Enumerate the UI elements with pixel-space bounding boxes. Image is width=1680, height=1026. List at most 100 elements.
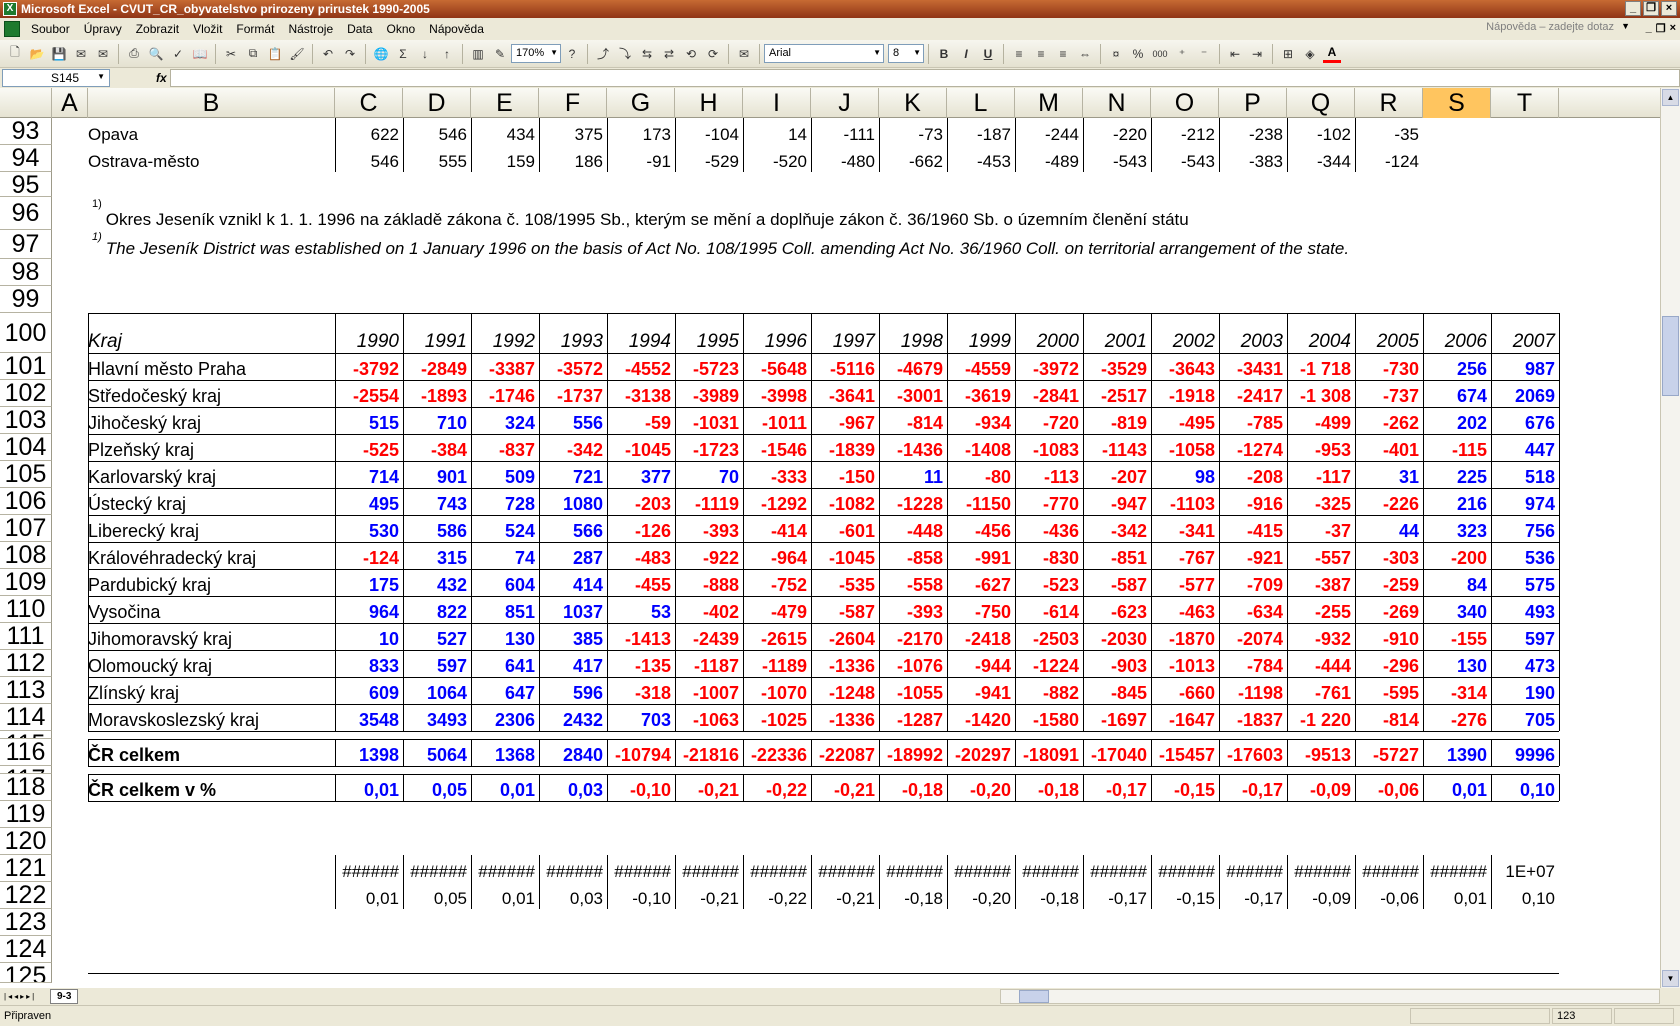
total-value[interactable]: -18992 (879, 739, 947, 766)
region-value[interactable]: -845 (1083, 677, 1151, 704)
region-value[interactable]: -255 (1287, 596, 1355, 623)
total-name[interactable]: ČR celkem (88, 739, 335, 766)
table-header-year[interactable]: 1994 (607, 313, 675, 353)
district-value[interactable]: -529 (675, 145, 743, 172)
font-size-select[interactable]: 8 ▼ (888, 44, 924, 63)
region-value[interactable]: -1413 (607, 623, 675, 650)
sheet-tab[interactable]: 9-3 (50, 989, 79, 1004)
font-color-icon[interactable]: A (1323, 45, 1341, 63)
table-header-year[interactable]: 1999 (947, 313, 1015, 353)
workbook-icon[interactable] (4, 21, 20, 37)
region-value[interactable]: 1080 (539, 488, 607, 515)
select-all-corner[interactable] (0, 88, 52, 118)
column-header-G[interactable]: G (607, 88, 675, 118)
district-value[interactable]: -489 (1015, 145, 1083, 172)
total-value[interactable]: -20297 (947, 739, 1015, 766)
region-value[interactable]: 641 (471, 650, 539, 677)
region-value[interactable]: -770 (1015, 488, 1083, 515)
menu-item-2[interactable]: Zobrazit (129, 22, 186, 36)
region-value[interactable]: -767 (1151, 542, 1219, 569)
total-value[interactable]: -18091 (1015, 739, 1083, 766)
region-value[interactable]: -4679 (879, 353, 947, 380)
column-header-T[interactable]: T (1491, 88, 1559, 118)
region-value[interactable]: -3431 (1219, 353, 1287, 380)
region-value[interactable]: -463 (1151, 596, 1219, 623)
region-value[interactable]: -1737 (539, 380, 607, 407)
row-header-117[interactable]: 117 (0, 766, 52, 774)
region-name[interactable]: Moravskoslezský kraj (88, 704, 335, 731)
align-center-icon[interactable]: ≡ (1032, 45, 1050, 63)
row-header-101[interactable]: 101 (0, 353, 52, 380)
region-value[interactable]: -785 (1219, 407, 1287, 434)
helper-hash-value[interactable]: ###### (879, 855, 947, 882)
format-painter-icon[interactable]: 🖌 (288, 45, 306, 63)
region-name[interactable]: Ústecký kraj (88, 488, 335, 515)
column-header-M[interactable]: M (1015, 88, 1083, 118)
region-value[interactable]: -415 (1219, 515, 1287, 542)
cut-icon[interactable]: ✂ (222, 45, 240, 63)
helper-hash-value[interactable]: ###### (743, 855, 811, 882)
helper-hash-value[interactable]: ###### (811, 855, 879, 882)
region-value[interactable]: -37 (1287, 515, 1355, 542)
region-value[interactable]: 964 (335, 596, 403, 623)
row-header-113[interactable]: 113 (0, 677, 52, 704)
region-value[interactable]: -814 (879, 407, 947, 434)
row-header-103[interactable]: 103 (0, 407, 52, 434)
region-value[interactable]: -858 (879, 542, 947, 569)
helper-pct-value[interactable]: -0,21 (811, 882, 879, 909)
helper-pct-value[interactable]: 0,05 (403, 882, 471, 909)
total-value[interactable]: -15457 (1151, 739, 1219, 766)
table-header-year[interactable]: 1996 (743, 313, 811, 353)
region-value[interactable]: -2517 (1083, 380, 1151, 407)
hyperlink-icon[interactable]: 🌐 (372, 45, 390, 63)
column-header-L[interactable]: L (947, 88, 1015, 118)
menu-item-8[interactable]: Nápověda (422, 22, 491, 36)
region-value[interactable]: -113 (1015, 461, 1083, 488)
region-value[interactable]: 509 (471, 461, 539, 488)
total-pct-value[interactable]: -0,17 (1083, 774, 1151, 801)
region-value[interactable]: -2418 (947, 623, 1015, 650)
email-icon[interactable]: ✉ (94, 45, 112, 63)
region-value[interactable]: -1045 (607, 434, 675, 461)
excel-app-icon[interactable]: X (3, 2, 17, 16)
region-value[interactable]: -3001 (879, 380, 947, 407)
menu-item-5[interactable]: Nástroje (281, 22, 340, 36)
helper-pct-value[interactable]: 0,10 (1491, 882, 1559, 909)
total-pct-value[interactable]: -0,21 (675, 774, 743, 801)
table-header-kraj[interactable]: Kraj (88, 313, 335, 353)
helper-pct-value[interactable]: -0,17 (1219, 882, 1287, 909)
region-value[interactable]: -991 (947, 542, 1015, 569)
region-value[interactable]: -1224 (1015, 650, 1083, 677)
region-value[interactable]: -2841 (1015, 380, 1083, 407)
region-value[interactable]: -1070 (743, 677, 811, 704)
district-value[interactable]: 555 (403, 145, 471, 172)
district-value[interactable]: 173 (607, 118, 675, 145)
region-value[interactable]: 721 (539, 461, 607, 488)
region-value[interactable]: -1063 (675, 704, 743, 731)
row-header-112[interactable]: 112 (0, 650, 52, 677)
total-value[interactable]: -17603 (1219, 739, 1287, 766)
row-header-123[interactable]: 123 (0, 909, 52, 936)
currency-icon[interactable]: ¤ (1107, 45, 1125, 63)
new-icon[interactable]: 🗋 (6, 45, 24, 63)
region-value[interactable]: -1336 (811, 650, 879, 677)
helper-hash-value[interactable]: ###### (1219, 855, 1287, 882)
menu-item-7[interactable]: Okno (379, 22, 422, 36)
footnote-cell[interactable]: 1) Okres Jeseník vznikl k 1. 1. 1996 na z… (88, 197, 1538, 230)
region-value[interactable]: -910 (1355, 623, 1423, 650)
region-value[interactable]: 493 (1491, 596, 1559, 623)
region-value[interactable]: -269 (1355, 596, 1423, 623)
district-value[interactable]: -344 (1287, 145, 1355, 172)
region-value[interactable]: -851 (1083, 542, 1151, 569)
region-value[interactable]: 495 (335, 488, 403, 515)
region-value[interactable]: -1143 (1083, 434, 1151, 461)
region-value[interactable]: -761 (1287, 677, 1355, 704)
print-icon[interactable]: ⎙ (125, 45, 143, 63)
region-value[interactable]: 586 (403, 515, 471, 542)
district-value[interactable]: -453 (947, 145, 1015, 172)
total-pct-value[interactable]: -0,22 (743, 774, 811, 801)
region-value[interactable]: -483 (607, 542, 675, 569)
sheet-nav-arrows-icon[interactable]: |◂◂▸▸| (0, 992, 50, 1001)
region-value[interactable]: 609 (335, 677, 403, 704)
underline-button[interactable]: U (979, 45, 997, 63)
